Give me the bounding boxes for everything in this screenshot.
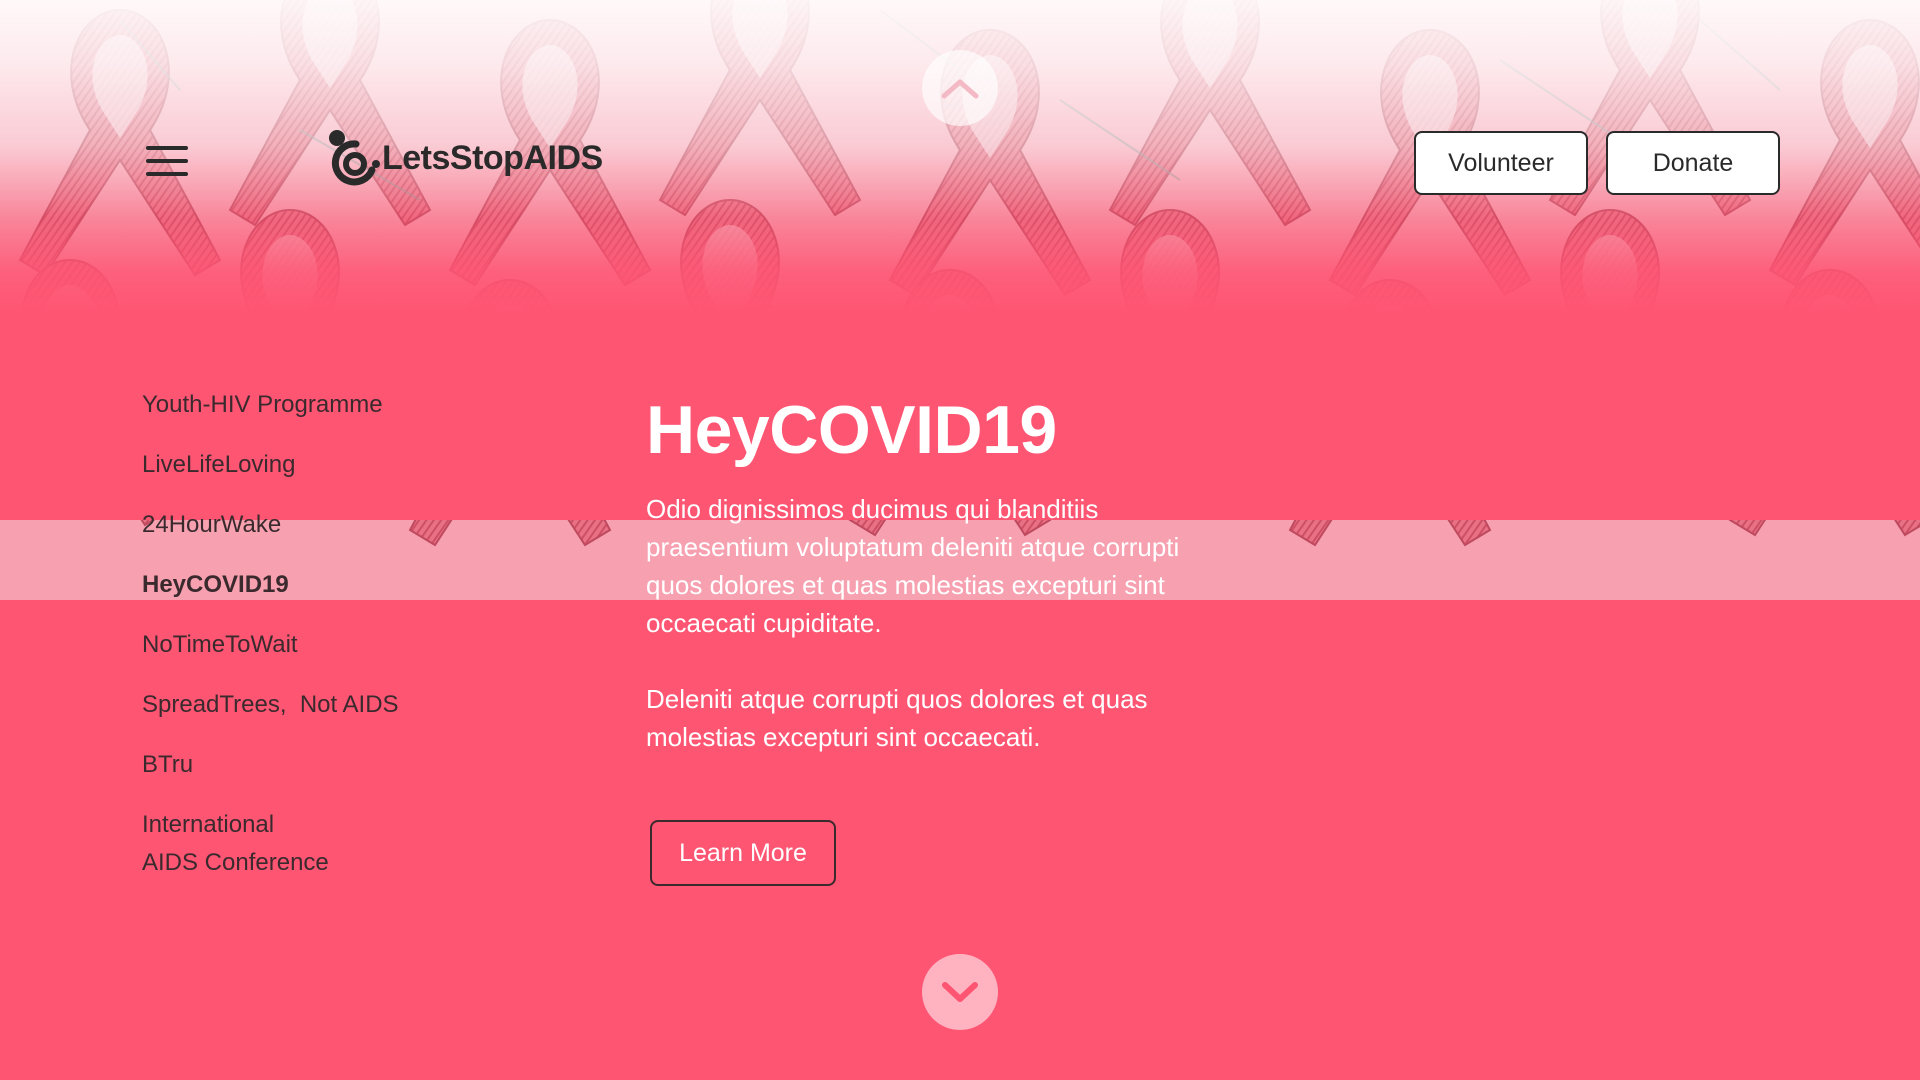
volunteer-button[interactable]: Volunteer xyxy=(1414,131,1588,195)
scroll-down-button[interactable] xyxy=(922,954,998,1030)
nav-item-label-line1: International xyxy=(142,811,275,838)
hamburger-menu-icon[interactable] xyxy=(146,146,190,178)
chevron-down-icon xyxy=(942,982,978,1002)
side-nav: Youth-HIV Programme LiveLifeLoving 24Hou… xyxy=(142,386,542,904)
nav-item-youth-hiv-programme[interactable]: Youth-HIV Programme xyxy=(142,386,542,424)
nav-item-livelifeloving[interactable]: LiveLifeLoving xyxy=(142,446,542,484)
learn-more-button[interactable]: Learn More xyxy=(650,820,836,886)
nav-item-24hourwake[interactable]: 24HourWake xyxy=(142,506,542,544)
nav-item-btru[interactable]: BTru xyxy=(142,746,542,784)
nav-item-notimetowait[interactable]: NoTimeToWait xyxy=(142,626,542,664)
nav-item-label-line2: AIDS Conference xyxy=(142,849,329,876)
secondary-paragraph: Deleniti atque corrupti quos dolores et … xyxy=(646,684,1148,752)
nav-item-spreadtrees-not-aids[interactable]: SpreadTrees, Not AIDS xyxy=(142,686,542,724)
main-content: HeyCOVID19 Odio dignissimos ducimus qui … xyxy=(646,388,1206,756)
page-title: HeyCOVID19 xyxy=(646,392,1057,468)
brand-name: LetsStopAIDS xyxy=(382,138,603,177)
page: LetsStopAIDS Volunteer Donate Youth-HIV … xyxy=(0,0,1920,1080)
chevron-up-icon xyxy=(941,79,979,99)
donate-button[interactable]: Donate xyxy=(1606,131,1780,195)
nav-item-international-aids-conference[interactable]: International AIDS Conference xyxy=(142,806,542,882)
logo-mark-icon xyxy=(329,130,380,186)
intro-paragraph: Odio dignissimos ducimus qui blanditiis … xyxy=(646,494,1180,638)
brand-logo[interactable]: LetsStopAIDS xyxy=(326,126,603,190)
scroll-up-button[interactable] xyxy=(922,50,998,126)
nav-item-heycovid19[interactable]: HeyCOVID19 xyxy=(142,566,542,604)
